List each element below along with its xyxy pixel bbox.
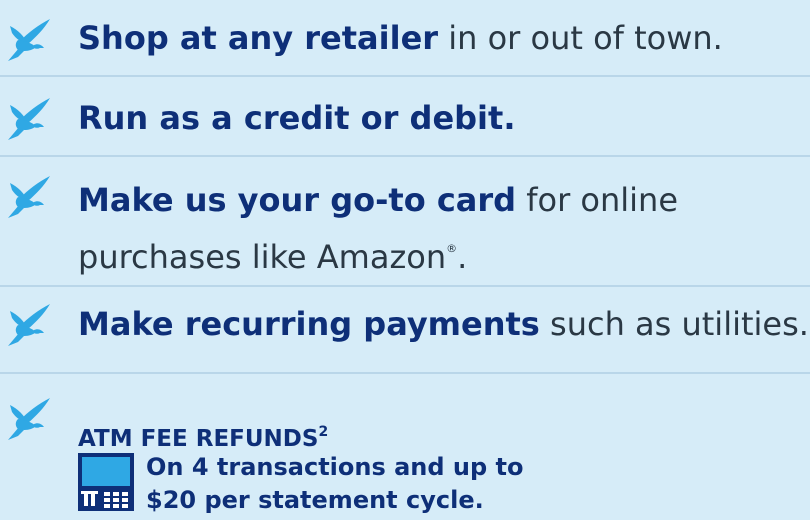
feature-credit-debit: Run as a credit or debit. xyxy=(78,96,515,140)
feature-recurring: Make recurring payments such as utilitie… xyxy=(78,302,809,346)
feature-online-rest: for online xyxy=(516,181,679,219)
bird-icon xyxy=(6,302,52,348)
divider xyxy=(0,372,810,374)
feature-online-line2-end: . xyxy=(457,238,468,276)
atm-refund-detail-line1: On 4 transactions and up to xyxy=(146,453,524,481)
feature-online-line2-text: purchases like Amazon xyxy=(78,238,447,276)
atm-refund-detail-line2: $20 per statement cycle. xyxy=(146,486,484,514)
atm-machine-icon xyxy=(78,453,134,511)
bird-icon xyxy=(6,17,52,63)
registered-mark: ® xyxy=(446,242,458,255)
bird-icon xyxy=(6,174,52,220)
atm-fee-refunds-title: ATM FEE REFUNDS2 xyxy=(78,424,328,452)
feature-retailer-bold: Shop at any retailer xyxy=(78,19,439,57)
feature-online-line2: purchases like Amazon®. xyxy=(78,227,467,279)
feature-credit-debit-bold: Run as a credit or debit. xyxy=(78,99,516,137)
divider xyxy=(0,75,810,77)
divider xyxy=(0,155,810,157)
feature-retailer: Shop at any retailer in or out of town. xyxy=(78,16,723,60)
feature-recurring-bold: Make recurring payments xyxy=(78,305,540,343)
feature-retailer-rest: in or out of town. xyxy=(438,19,723,57)
divider xyxy=(0,285,810,287)
feature-online: Make us your go-to card for online xyxy=(78,178,678,222)
atm-footnote: 2 xyxy=(318,424,329,440)
bird-icon xyxy=(6,396,52,442)
feature-recurring-rest: such as utilities. xyxy=(539,305,809,343)
atm-title-text: ATM FEE REFUNDS xyxy=(78,426,319,452)
feature-online-bold: Make us your go-to card xyxy=(78,181,517,219)
bird-icon xyxy=(6,96,52,142)
